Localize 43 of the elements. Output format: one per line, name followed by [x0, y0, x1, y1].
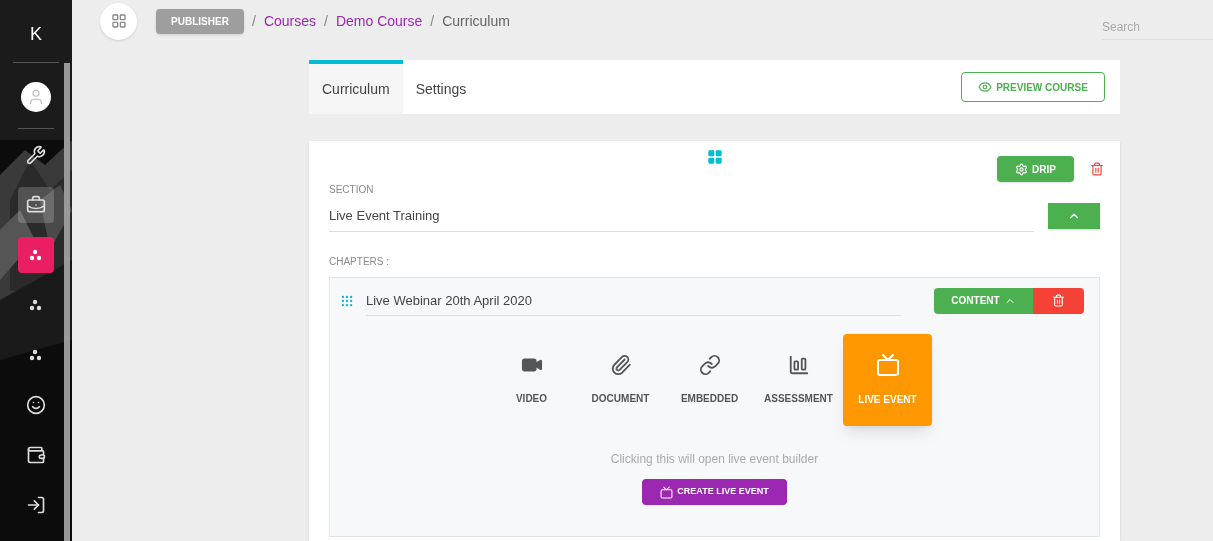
search-field[interactable]: Search: [1102, 14, 1213, 40]
content-type-option[interactable]: DOCUMENT: [576, 334, 665, 426]
paperclip-icon: [609, 354, 632, 376]
bar-chart-icon: [787, 354, 810, 376]
content-type-option[interactable]: VIDEO: [487, 334, 576, 426]
breadcrumb-separator: /: [324, 12, 328, 31]
breadcrumb-current: Curriculum: [442, 12, 510, 31]
eye-icon: [978, 80, 993, 94]
tv-icon: [660, 485, 674, 499]
dots-icon: [29, 349, 43, 361]
hint-text: Clicking this will open live event builder: [609, 451, 820, 468]
dots-icon: [29, 299, 43, 311]
briefcase-icon: [26, 195, 46, 215]
wrench-icon: [26, 145, 46, 165]
tab[interactable]: Settings: [402, 60, 480, 114]
grid-icon: [110, 13, 127, 29]
breadcrumb-separator: /: [252, 12, 256, 31]
delete-chapter-button[interactable]: [1033, 287, 1084, 314]
face-icon: [26, 395, 46, 415]
section-title-field[interactable]: Live Event Training: [329, 201, 1034, 232]
drag-handle-icon[interactable]: [706, 149, 723, 165]
chapters-label: CHAPTERS :: [329, 254, 390, 269]
gear-icon: [1015, 162, 1029, 176]
delete-icon: [1052, 294, 1065, 308]
create-live-event-button[interactable]: CREATE LIVE EVENT: [642, 479, 787, 505]
logo[interactable]: K: [30, 20, 42, 44]
delete-icon[interactable]: [1090, 162, 1104, 176]
chapter-title-field[interactable]: Live Webinar 20th April 2020: [366, 285, 901, 316]
breadcrumb-link[interactable]: Demo Course: [335, 11, 423, 31]
wallet-icon: [26, 445, 46, 465]
link-icon: [698, 354, 721, 376]
breadcrumb-separator: /: [430, 12, 435, 31]
dots-icon: [29, 249, 43, 261]
sign-in-icon: [26, 495, 46, 515]
content-type-option[interactable]: ASSESSMENT: [754, 334, 843, 426]
user-icon: [27, 88, 45, 106]
tab[interactable]: Curriculum: [309, 60, 403, 114]
section-label: SECTION: [329, 183, 375, 197]
breadcrumb-link[interactable]: Courses: [263, 11, 317, 31]
fullscreen-button[interactable]: [100, 2, 137, 40]
drag-handle-icon[interactable]: [340, 293, 354, 308]
tv-icon: [875, 353, 900, 377]
content-type-option[interactable]: EMBEDDED: [665, 334, 754, 426]
